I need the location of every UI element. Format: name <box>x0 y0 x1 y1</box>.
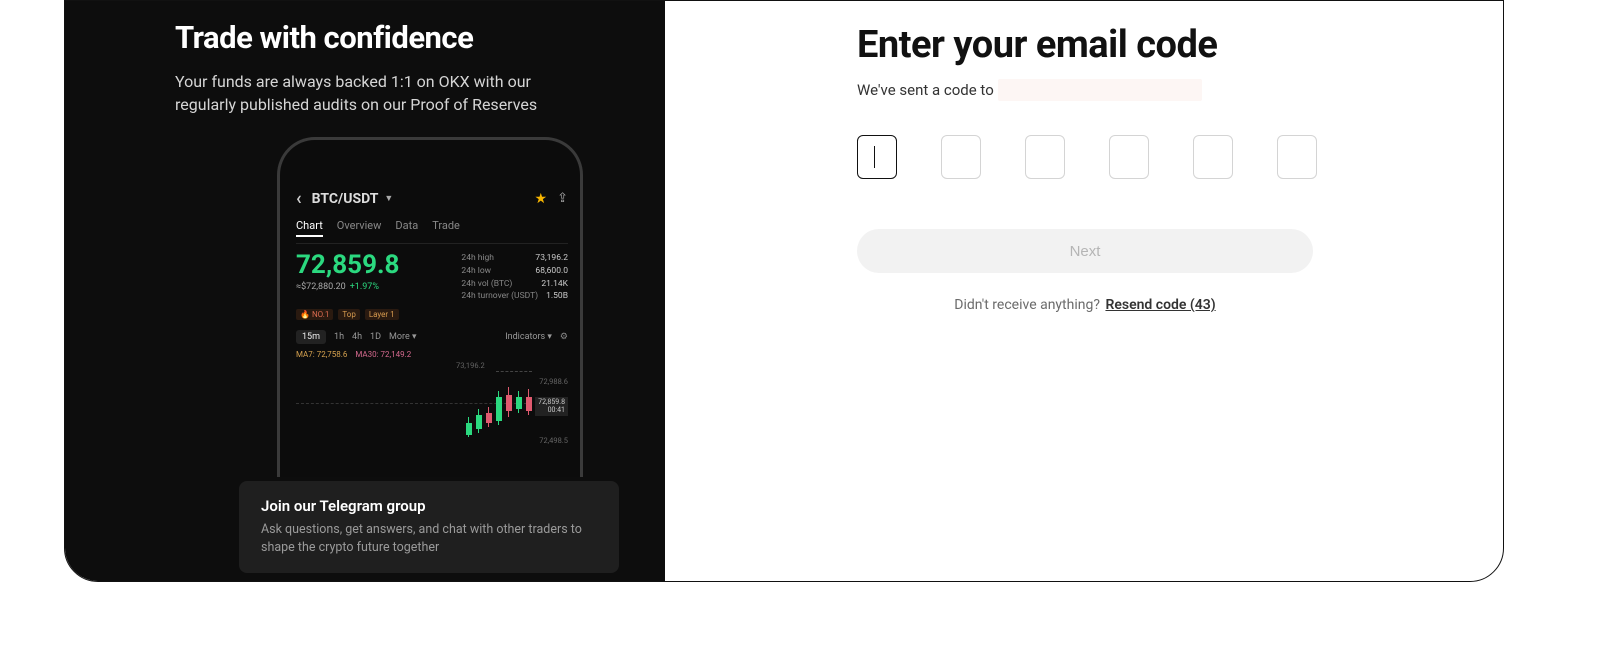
code-digit-3[interactable] <box>1025 135 1065 179</box>
price-subline: ≈$72,880.20+1.97% <box>296 282 399 292</box>
phone-mockup: BTC/USDT ▼ ★ ⇪ Chart Overview Data Trade <box>277 137 583 477</box>
resend-link[interactable]: Resend code (43) <box>1105 297 1215 313</box>
tab-trade: Trade <box>432 219 460 237</box>
next-button[interactable]: Next <box>857 229 1313 273</box>
tab-chart: Chart <box>296 219 323 237</box>
tab-data: Data <box>395 219 418 237</box>
code-digit-5[interactable] <box>1193 135 1233 179</box>
pair-label: BTC/USDT <box>312 191 379 207</box>
chevron-left-icon <box>296 188 306 209</box>
verify-title: Enter your email code <box>857 23 1463 67</box>
settings-icon: ⚙ <box>560 332 568 342</box>
phone-tabs: Chart Overview Data Trade <box>296 219 568 237</box>
auth-card: Trade with confidence Your funds are alw… <box>64 0 1504 582</box>
tf-4h: 4h <box>352 332 362 342</box>
verify-subtitle: We've sent a code to <box>857 79 1463 101</box>
tf-indicators: Indicators ▾ <box>505 332 552 342</box>
code-input-row <box>857 135 1463 179</box>
badge-rank: 🔥 NO.1 <box>296 309 333 320</box>
candle-chart: 73,196.2 72,988.6 72,859.8 00:41 72,498.… <box>296 363 568 443</box>
email-redacted <box>998 79 1202 101</box>
tf-more: More ▾ <box>389 332 416 342</box>
tab-overview: Overview <box>337 219 382 237</box>
code-digit-4[interactable] <box>1109 135 1149 179</box>
telegram-sub: Ask questions, get answers, and chat wit… <box>261 521 597 557</box>
badges: 🔥 NO.1 Top Layer 1 <box>296 309 568 320</box>
telegram-title: Join our Telegram group <box>261 497 597 515</box>
code-digit-1[interactable] <box>857 135 897 179</box>
code-digit-6[interactable] <box>1277 135 1317 179</box>
star-icon: ★ <box>535 191 548 207</box>
promo-subtitle: Your funds are always backed 1:1 on OKX … <box>175 70 545 116</box>
badge-top: Top <box>338 309 359 320</box>
tf-1h: 1h <box>334 332 344 342</box>
tf-1d: 1D <box>370 332 381 342</box>
share-icon: ⇪ <box>557 191 568 206</box>
pair-selector: BTC/USDT ▼ <box>296 188 393 209</box>
last-price: 72,859.8 <box>296 252 399 278</box>
chevron-down-icon: ▼ <box>384 193 393 204</box>
telegram-card[interactable]: Join our Telegram group Ask questions, g… <box>239 481 619 573</box>
promo-title: Trade with confidence <box>175 19 601 56</box>
tf-15m: 15m <box>296 330 326 344</box>
promo-panel: Trade with confidence Your funds are alw… <box>65 1 665 581</box>
verify-panel: Enter your email code We've sent a code … <box>665 1 1503 581</box>
price-stats: 24h high73,196.2 24h low68,600.0 24h vol… <box>461 252 568 303</box>
badge-layer: Layer 1 <box>365 309 399 320</box>
timeframe-row: 15m 1h 4h 1D More ▾ Indicators ▾ ⚙ <box>296 330 568 344</box>
ma-line: MA7: 72,758.6 MA30: 72,149.2 <box>296 350 568 359</box>
resend-row: Didn't receive anything? Resend code (43… <box>857 297 1313 313</box>
code-digit-2[interactable] <box>941 135 981 179</box>
